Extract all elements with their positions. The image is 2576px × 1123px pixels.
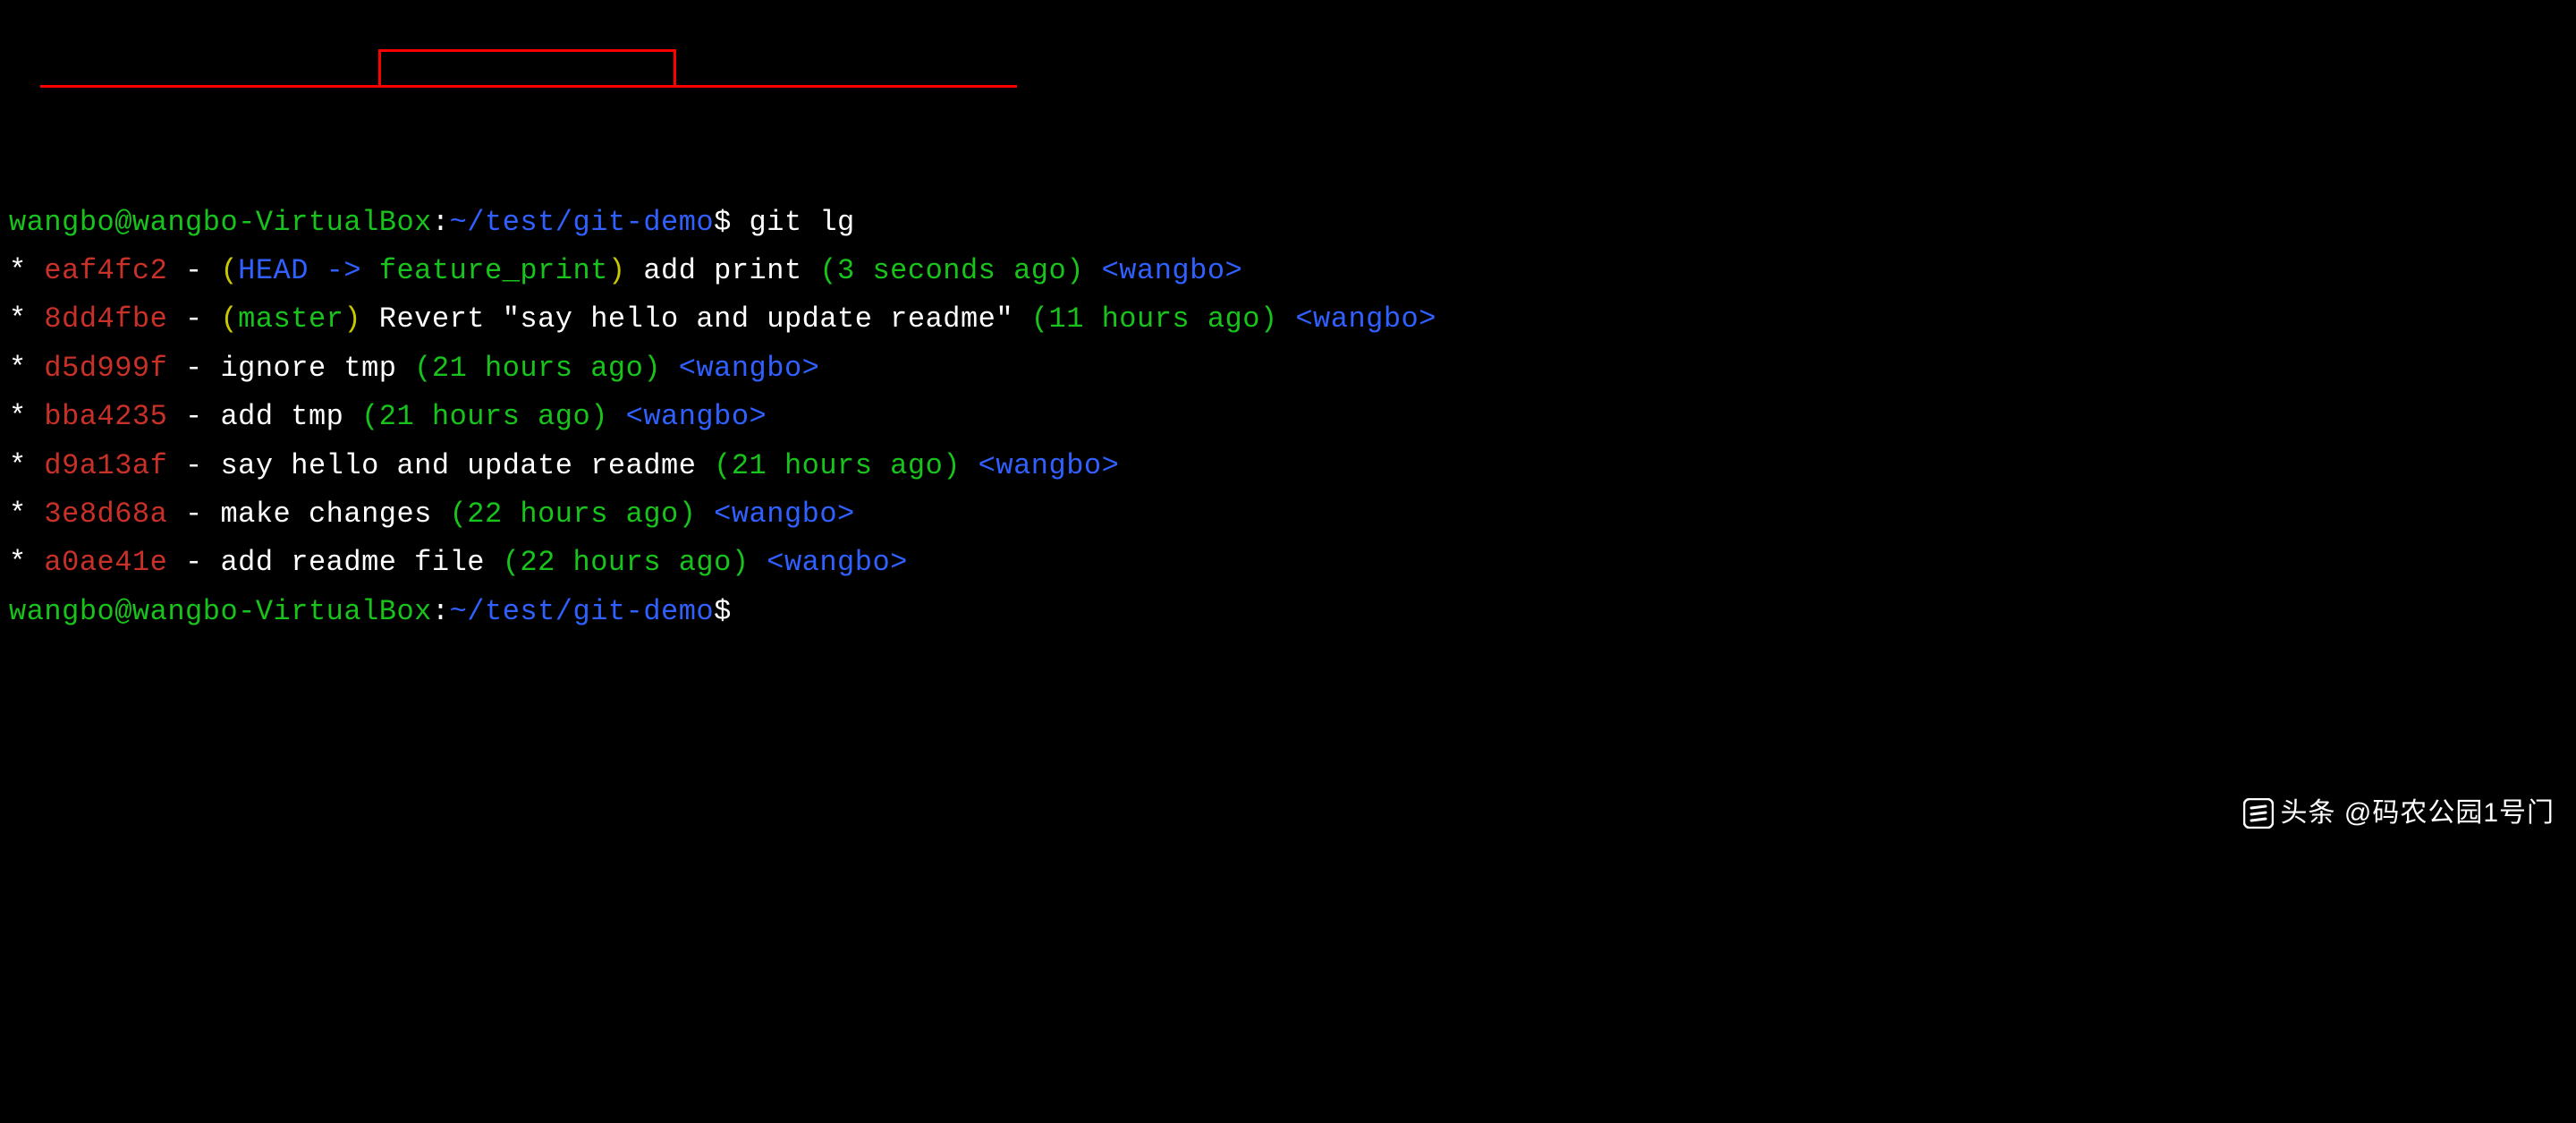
separator: - (167, 254, 220, 287)
ref-open: ( (220, 302, 238, 336)
prompt-dollar: $ (714, 206, 732, 239)
watermark: 头条 @码农公园1号门 (2243, 790, 2555, 836)
separator: - (167, 400, 220, 433)
commit-hash: a0ae41e (44, 546, 167, 579)
prompt-path: ~/test/git-demo (450, 595, 715, 628)
commit-message: add tmp (220, 400, 361, 433)
graph-mark: * (9, 400, 44, 433)
toutiao-icon (2243, 798, 2274, 829)
ref-branch: feature_print (379, 254, 608, 287)
ref-branch: master (238, 302, 343, 336)
commit-author: <wangbo> (1084, 254, 1242, 287)
commit-message: add readme file (220, 546, 502, 579)
commit-time: (22 hours ago) (450, 498, 697, 531)
graph-mark: * (9, 498, 44, 531)
commit-hash: bba4235 (44, 400, 167, 433)
separator: - (167, 449, 220, 482)
commit-author: <wangbo> (750, 546, 908, 579)
commit-hash: eaf4fc2 (44, 254, 167, 287)
terminal-output[interactable]: wangbo@wangbo-VirtualBox:~/test/git-demo… (9, 199, 2567, 637)
annotation-underline (40, 85, 1017, 88)
separator: - (167, 352, 220, 385)
commit-author: <wangbo> (696, 498, 854, 531)
ref-head: HEAD -> (238, 254, 379, 287)
graph-mark: * (9, 302, 44, 336)
prompt-path: ~/test/git-demo (450, 206, 715, 239)
commit-author: <wangbo> (1278, 302, 1436, 336)
annotation-highlight-box (378, 49, 676, 88)
commit-time: (11 hours ago) (1031, 302, 1278, 336)
commit-time: (22 hours ago) (503, 546, 750, 579)
commit-message: Revert "say hello and update readme" (361, 302, 1031, 336)
commit-hash: 8dd4fbe (44, 302, 167, 336)
commit-message: make changes (220, 498, 449, 531)
separator: - (167, 498, 220, 531)
graph-mark: * (9, 449, 44, 482)
watermark-text: @码农公园1号门 (2336, 790, 2555, 836)
commit-time: (21 hours ago) (714, 449, 961, 482)
watermark-prefix: 头条 (2281, 790, 2336, 836)
prompt-user-host: wangbo@wangbo-VirtualBox (9, 206, 432, 239)
separator: - (167, 302, 220, 336)
commit-message: say hello and update readme (220, 449, 714, 482)
commit-time: (3 seconds ago) (819, 254, 1084, 287)
prompt-user-host: wangbo@wangbo-VirtualBox (9, 595, 432, 628)
commit-hash: 3e8d68a (44, 498, 167, 531)
ref-close: ) (343, 302, 361, 336)
commit-hash: d5d999f (44, 352, 167, 385)
ref-close: ) (608, 254, 626, 287)
ref-open: ( (220, 254, 238, 287)
separator: - (167, 546, 220, 579)
commit-time: (21 hours ago) (361, 400, 608, 433)
prompt-colon: : (432, 595, 450, 628)
prompt-dollar: $ (714, 595, 732, 628)
graph-mark: * (9, 254, 44, 287)
command-text: git lg (732, 206, 855, 239)
commit-author: <wangbo> (608, 400, 767, 433)
commit-author: <wangbo> (961, 449, 1119, 482)
commit-time: (21 hours ago) (414, 352, 661, 385)
prompt-colon: : (432, 206, 450, 239)
commit-author: <wangbo> (661, 352, 819, 385)
graph-mark: * (9, 352, 44, 385)
commit-message: ignore tmp (220, 352, 414, 385)
commit-hash: d9a13af (44, 449, 167, 482)
commit-message: add print (626, 254, 820, 287)
graph-mark: * (9, 546, 44, 579)
